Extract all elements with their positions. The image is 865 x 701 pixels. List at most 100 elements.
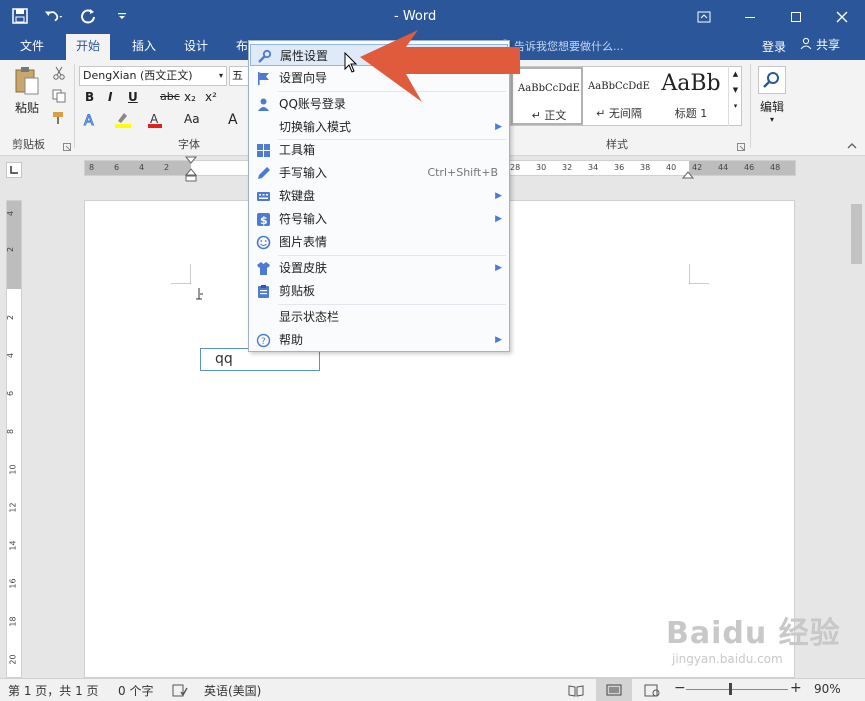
search-icon (758, 66, 786, 94)
styles-scroll[interactable]: ▲ ▼ ▾ (728, 66, 742, 126)
zoom-in-icon[interactable]: + (790, 680, 802, 696)
vertical-ruler[interactable]: 4 2 2 4 6 8 10 12 14 16 18 20 (6, 200, 22, 678)
tab-selector[interactable] (6, 162, 22, 178)
menu-item-clipboard[interactable]: 剪贴板 (250, 280, 508, 302)
superscript-button[interactable]: x² (205, 90, 217, 104)
print-layout-icon[interactable] (596, 679, 632, 701)
format-painter-icon[interactable] (52, 111, 68, 127)
tab-file[interactable]: 文件 (10, 34, 54, 60)
menu-item-show-statusbar[interactable]: 显示状态栏 (250, 306, 508, 328)
tab-insert[interactable]: 插入 (122, 34, 166, 60)
shirt-icon (256, 261, 271, 276)
close-button[interactable] (819, 0, 865, 34)
customize-qat-icon[interactable] (112, 6, 132, 26)
ribbon-display-options-icon[interactable] (681, 0, 727, 34)
zoom-out-icon[interactable]: − (674, 680, 686, 696)
underline-button[interactable]: U (128, 90, 138, 104)
text-effects-icon[interactable]: A (82, 112, 98, 130)
window-title: - Word (394, 9, 437, 24)
font-name-value: DengXian (西文正文) (83, 69, 193, 82)
highlight-icon[interactable] (114, 111, 131, 128)
styles-group-label: 样式 (606, 138, 628, 151)
clipboard-launcher-icon[interactable] (63, 140, 71, 151)
word-count[interactable]: 0 个字 (118, 682, 153, 699)
style-heading-1[interactable]: AaBb 标题 1 (655, 67, 727, 125)
menu-item-symbol-input[interactable]: $ 符号输入 ▶ (250, 208, 508, 230)
web-layout-icon[interactable] (644, 684, 660, 700)
quick-access-toolbar (10, 6, 132, 26)
flag-icon (256, 71, 271, 86)
style-no-spacing[interactable]: AaBbCcDdE ↵ 无间隔 (583, 67, 655, 125)
font-color-icon[interactable]: A (147, 111, 163, 128)
zoom-slider-thumb[interactable] (729, 683, 732, 695)
right-indent-marker-icon[interactable] (681, 168, 695, 179)
font-name-select[interactable]: DengXian (西文正文) ▾ (79, 66, 227, 86)
subscript-button[interactable]: x₂ (184, 90, 196, 104)
maximize-button[interactable] (773, 0, 819, 34)
italic-button[interactable]: I (108, 90, 112, 104)
language-indicator[interactable]: 英语(美国) (204, 682, 261, 699)
menu-item-toolbox[interactable]: 工具箱 (250, 139, 508, 161)
ruler-tick: 12 (8, 502, 18, 513)
editing-button[interactable]: 编辑 ▾ (757, 66, 787, 124)
proofing-icon[interactable] (172, 684, 188, 700)
submenu-arrow-icon: ▶ (495, 263, 502, 273)
menu-item-switch-mode[interactable]: 切换输入模式 ▶ (250, 116, 508, 138)
copy-icon[interactable] (52, 89, 68, 105)
tab-home[interactable]: 开始 (66, 34, 111, 60)
collapse-ribbon-icon[interactable] (846, 140, 862, 156)
indent-marker-icon[interactable] (184, 156, 198, 182)
editing-label: 编辑 (759, 100, 784, 114)
bold-button[interactable]: B (85, 90, 94, 104)
change-case-button[interactable]: Aa (184, 112, 200, 126)
scrollbar-thumb[interactable] (851, 204, 862, 264)
pen-icon (256, 166, 271, 181)
chevron-up-icon[interactable]: ▲ (729, 70, 742, 78)
menu-item-label: 属性设置 (280, 49, 329, 63)
dollar-icon: $ (256, 212, 271, 227)
ruler-tick: 40 (666, 163, 677, 172)
save-icon[interactable] (10, 6, 30, 26)
share-button[interactable]: 共享 (800, 36, 840, 53)
ruler-tick: 8 (6, 428, 16, 435)
menu-item-label: QQ账号登录 (279, 97, 346, 111)
ruler-tick: 2 (6, 314, 16, 321)
chevron-down-icon[interactable]: ▼ (729, 86, 742, 94)
svg-text:$: $ (260, 214, 268, 227)
style-name: ↵ 正文 (531, 109, 567, 122)
cut-icon[interactable] (52, 66, 68, 82)
paste-button[interactable]: 粘贴 (10, 66, 44, 116)
menu-item-help[interactable]: ? 帮助 ▶ (250, 329, 508, 351)
zoom-slider[interactable] (686, 689, 788, 690)
svg-text:A: A (150, 112, 159, 126)
menu-item-label: 手写输入 (279, 166, 328, 180)
sign-in-link[interactable]: 登录 (762, 38, 786, 55)
minimize-button[interactable] (727, 0, 773, 34)
ruler-tick: 8 (89, 163, 95, 172)
grow-font-button[interactable]: A (228, 112, 238, 128)
menu-item-handwriting[interactable]: 手写输入 Ctrl+Shift+B (250, 162, 508, 184)
style-normal[interactable]: AaBbCcDdE ↵ 正文 (511, 67, 583, 125)
watermark-brand: Baidu 经验 (666, 616, 841, 651)
vertical-scrollbar[interactable] (848, 200, 865, 678)
menu-item-soft-keyboard[interactable]: 软键盘 ▶ (250, 185, 508, 207)
menu-item-shortcut: Ctrl+Shift+B (427, 166, 498, 179)
more-styles-icon[interactable]: ▾ (729, 102, 742, 110)
clipboard-icon (256, 284, 271, 299)
strikethrough-button[interactable]: abc (160, 90, 180, 103)
undo-icon[interactable] (44, 6, 64, 26)
styles-launcher-icon[interactable] (737, 140, 745, 151)
menu-item-label: 设置向导 (279, 71, 328, 85)
ruler-tick: 34 (588, 163, 599, 172)
page-count[interactable]: 第 1 页，共 1 页 (8, 682, 99, 699)
help-icon: ? (256, 333, 271, 348)
ruler-tick: 18 (8, 616, 18, 627)
menu-item-skin[interactable]: 设置皮肤 ▶ (250, 257, 508, 279)
watermark-url: jingyan.baidu.com (672, 652, 783, 666)
user-icon (256, 97, 271, 112)
zoom-level[interactable]: 90% (814, 682, 841, 696)
read-mode-icon[interactable] (568, 684, 584, 700)
redo-icon[interactable] (78, 6, 98, 26)
tab-design[interactable]: 设计 (174, 34, 218, 60)
menu-item-emoji[interactable]: 图片表情 (250, 231, 508, 253)
